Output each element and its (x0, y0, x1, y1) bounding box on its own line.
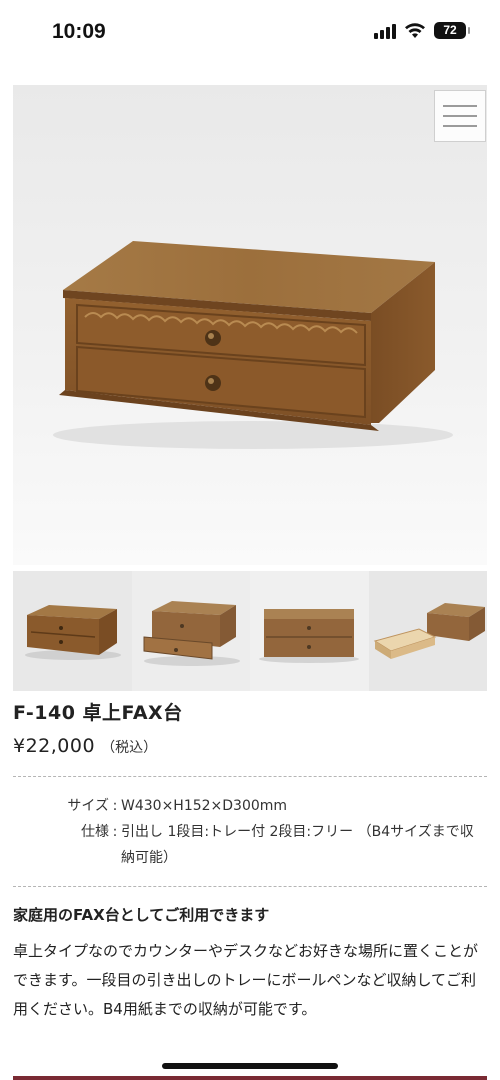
divider-bottom (13, 886, 487, 887)
hamburger-menu-icon (443, 105, 477, 107)
product-hero-image[interactable] (13, 85, 487, 565)
description-title: 家庭用のFAX台としてご利用できます (13, 906, 270, 924)
fax-stand-front-image (259, 609, 359, 663)
product-title: F-140 卓上FAX台 (13, 702, 183, 724)
thumbnail-2[interactable] (131, 571, 250, 691)
bottom-accent-bar (13, 1076, 487, 1080)
fax-stand-closed-image (25, 605, 121, 660)
battery-icon: 72 (434, 22, 470, 39)
signal-icon (374, 23, 396, 39)
spec-label: サイズ (67, 798, 109, 814)
thumbnail-3[interactable] (250, 571, 369, 691)
home-indicator (162, 1063, 338, 1069)
fax-stand-drawer-open-image (143, 601, 240, 666)
spec-label: 仕様 (81, 824, 109, 840)
spec-value: W430×H152×D300mm (121, 798, 288, 814)
divider-top (13, 776, 487, 777)
tax-note: （税込） (101, 740, 158, 756)
fax-stand-image (53, 241, 453, 449)
spec-list: サイズ : W430×H152×D300mm 仕様 : 引出し 1段目:トレー付… (13, 793, 487, 871)
spec-row-size: サイズ : W430×H152×D300mm (13, 793, 487, 819)
spec-row-spec: 仕様 : 引出し 1段目:トレー付 2段目:フリー （B4サイズまで収納可能） (13, 819, 487, 871)
wifi-icon (405, 22, 425, 38)
thumbnail-4[interactable] (368, 571, 487, 691)
price-row: ¥22,000 （税込） (13, 735, 157, 757)
spec-value: 引出し 1段目:トレー付 2段目:フリー （B4サイズまで収納可能） (121, 824, 474, 866)
description-body: 卓上タイプなのでカウンターやデスクなどお好きな場所に置くことができます。一段目の… (13, 942, 479, 1018)
status-bar: 10:09 72 (0, 0, 500, 68)
thumbnail-strip (13, 571, 487, 691)
thumbnail-1[interactable] (13, 571, 132, 691)
status-time: 10:09 (52, 20, 106, 43)
status-icons: 72 (374, 22, 470, 39)
fax-stand-tray-out-image (373, 603, 485, 659)
menu-button[interactable] (434, 90, 486, 142)
product-price: ¥22,000 (13, 735, 96, 757)
